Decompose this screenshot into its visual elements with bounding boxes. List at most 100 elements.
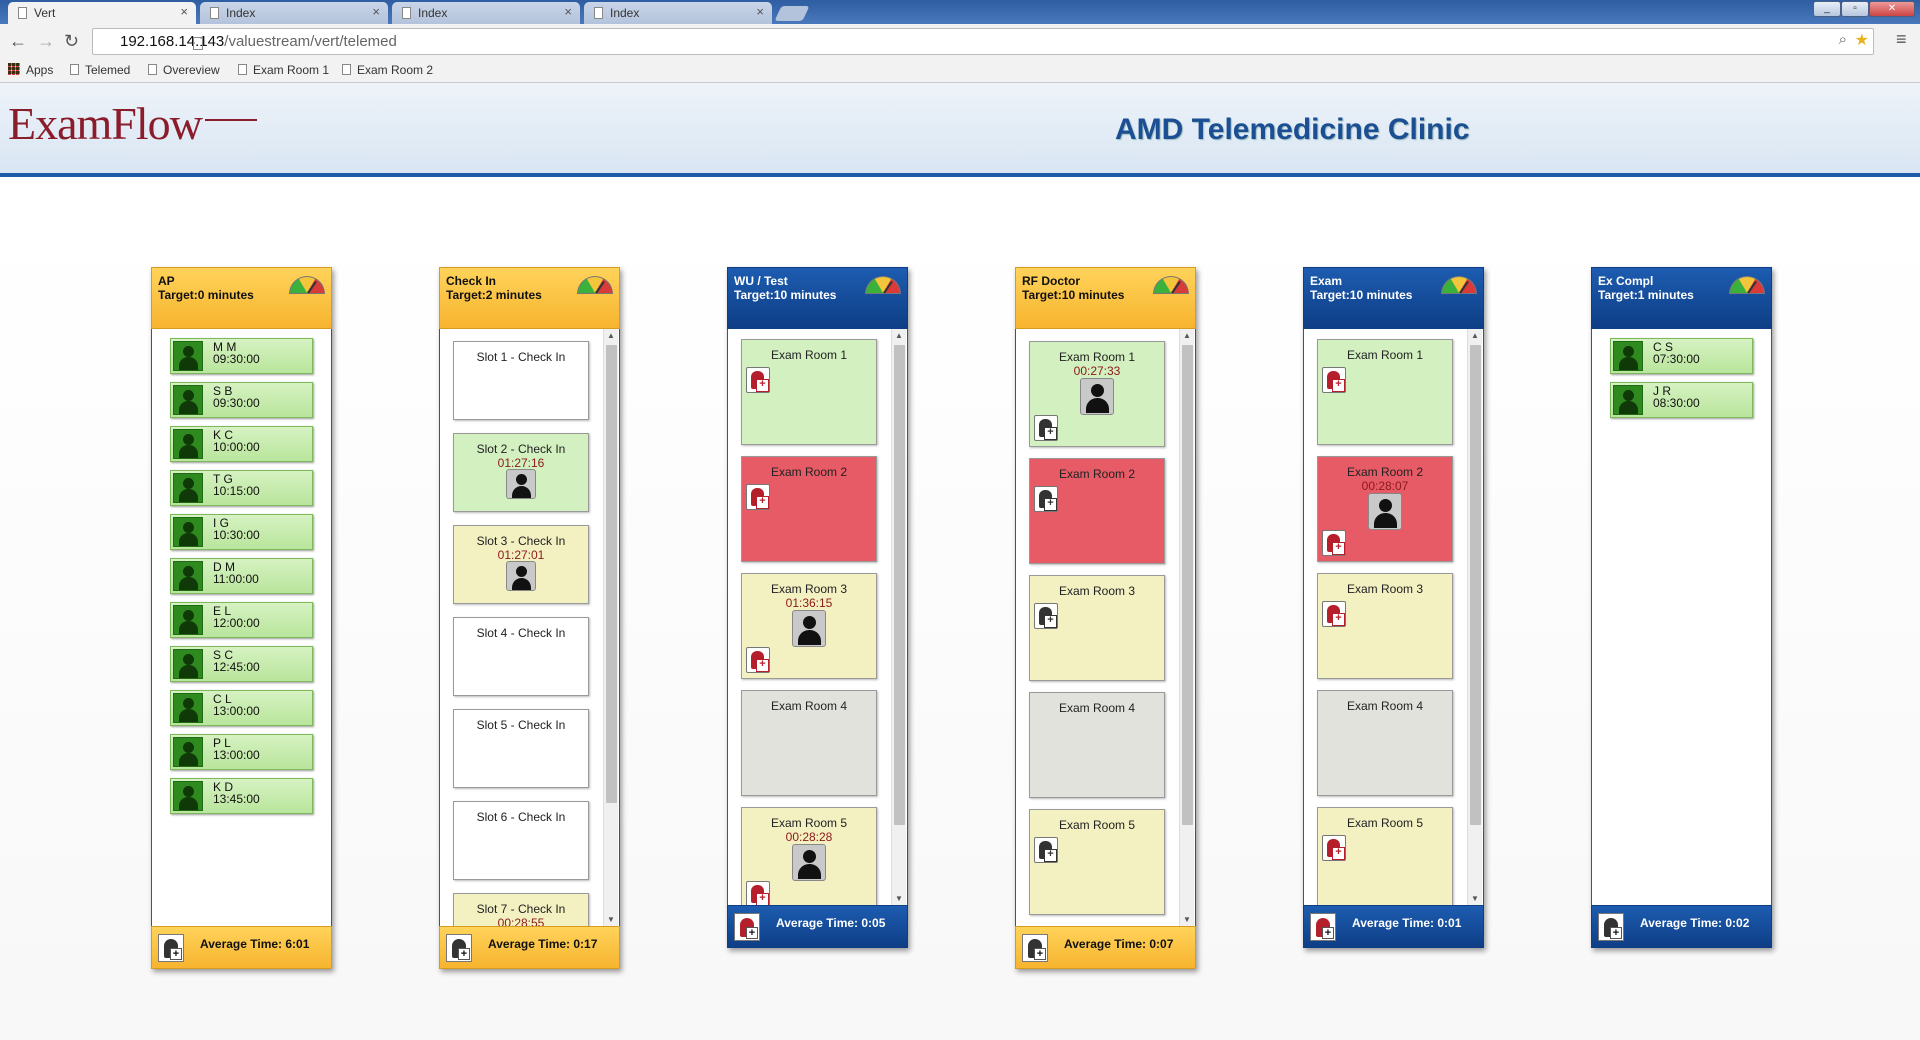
exam-room-card[interactable]: Exam Room 1	[741, 339, 877, 445]
exam-room-card[interactable]: Exam Room 2 00:28:07	[1317, 456, 1453, 562]
exam-room-card[interactable]: Exam Room 4	[1317, 690, 1453, 796]
scroll-up-icon[interactable]: ▲	[895, 331, 903, 340]
scroll-up-icon[interactable]: ▲	[1183, 331, 1191, 340]
bookmark-exam-room-2[interactable]: Exam Room 2	[342, 63, 433, 77]
maximize-button[interactable]: ▫	[1841, 1, 1869, 17]
add-provider-icon[interactable]: +	[446, 934, 472, 962]
patient-avatar-icon[interactable]	[792, 844, 826, 881]
patient-card[interactable]: C S 07:30:00	[1610, 338, 1753, 374]
exam-room-card[interactable]: Exam Room 5 00:28:28	[741, 807, 877, 905]
close-icon[interactable]: ×	[756, 4, 764, 19]
exam-room-card[interactable]: Exam Room 1	[1317, 339, 1453, 445]
patient-avatar-icon[interactable]	[1080, 378, 1114, 415]
column-body[interactable]: Exam Room 100:27:33 Exam Room 2 Exam Roo…	[1015, 329, 1196, 926]
provider-icon[interactable]	[1322, 835, 1346, 861]
bookmark-apps[interactable]: Apps	[8, 63, 53, 77]
exam-room-card[interactable]: Exam Room 1 00:27:33	[1029, 341, 1165, 447]
provider-icon[interactable]	[1322, 530, 1346, 556]
minimize-button[interactable]: _	[1813, 1, 1841, 17]
tab-index-2[interactable]: Index ×	[392, 2, 580, 24]
reload-icon[interactable]: ↻	[64, 31, 79, 52]
patient-card[interactable]: S C 12:45:00	[170, 646, 313, 682]
scroll-thumb[interactable]	[1470, 345, 1481, 825]
check-in-slot[interactable]: Slot 3 - Check In 01:27:01	[453, 525, 589, 604]
provider-icon[interactable]	[746, 881, 770, 905]
new-tab-button[interactable]	[774, 6, 810, 21]
scroll-down-icon[interactable]: ▼	[895, 894, 903, 903]
tab-index-3[interactable]: Index ×	[584, 2, 772, 24]
check-in-slot[interactable]: Slot 1 - Check In	[453, 341, 589, 420]
provider-icon[interactable]	[1322, 367, 1346, 393]
check-in-slot[interactable]: Slot 6 - Check In	[453, 801, 589, 880]
scroll-thumb[interactable]	[894, 345, 905, 825]
add-provider-icon[interactable]: +	[158, 934, 184, 962]
scrollbar[interactable]: ▲ ▼	[891, 329, 906, 905]
patient-card[interactable]: E L 12:00:00	[170, 602, 313, 638]
address-bar[interactable]: 192.168.14.143/valuestream/vert/telemed …	[92, 28, 1874, 55]
scroll-down-icon[interactable]: ▼	[1183, 915, 1191, 924]
close-icon[interactable]: ×	[564, 4, 572, 19]
scroll-up-icon[interactable]: ▲	[1471, 331, 1479, 340]
star-icon[interactable]: ★	[1855, 30, 1869, 50]
patient-card[interactable]: K D 13:45:00	[170, 778, 313, 814]
close-icon[interactable]: ×	[180, 4, 188, 19]
exam-room-card[interactable]: Exam Room 3	[1029, 575, 1165, 681]
column-body[interactable]: Exam Room 1 Exam Room 200:28:07 Exam Roo…	[1303, 329, 1484, 905]
patient-card[interactable]: T G 10:15:00	[170, 470, 313, 506]
check-in-slot[interactable]: Slot 5 - Check In	[453, 709, 589, 788]
exam-room-card[interactable]: Exam Room 4	[741, 690, 877, 796]
back-icon[interactable]: ←	[9, 31, 27, 52]
patient-card[interactable]: I G 10:30:00	[170, 514, 313, 550]
provider-icon[interactable]	[746, 484, 770, 510]
patient-card[interactable]: K C 10:00:00	[170, 426, 313, 462]
patient-avatar-icon[interactable]	[506, 561, 536, 591]
exam-room-card[interactable]: Exam Room 2	[1029, 458, 1165, 564]
column-body[interactable]: Slot 1 - Check In Slot 2 - Check In 01:27…	[439, 329, 620, 926]
patient-card[interactable]: J R 08:30:00	[1610, 382, 1753, 418]
add-provider-icon[interactable]: +	[734, 913, 760, 941]
bookmark-overeview[interactable]: Overeview	[148, 63, 220, 77]
scroll-up-icon[interactable]: ▲	[607, 331, 615, 340]
add-provider-icon[interactable]: +	[1310, 913, 1336, 941]
provider-icon[interactable]	[1034, 837, 1058, 863]
exam-room-card[interactable]: Exam Room 5	[1029, 809, 1165, 915]
provider-icon[interactable]	[1034, 486, 1058, 512]
provider-icon[interactable]	[1034, 415, 1058, 441]
patient-card[interactable]: M M 09:30:00	[170, 338, 313, 374]
provider-icon[interactable]	[1034, 603, 1058, 629]
exam-room-card[interactable]: Exam Room 3	[1317, 573, 1453, 679]
patient-card[interactable]: C L 13:00:00	[170, 690, 313, 726]
close-window-button[interactable]: ✕	[1869, 1, 1915, 17]
check-in-slot[interactable]: Slot 7 - Check In 00:28:55	[453, 893, 589, 926]
exam-room-card[interactable]: Exam Room 5	[1317, 807, 1453, 905]
tab-vert[interactable]: Vert ×	[8, 2, 196, 24]
exam-room-card[interactable]: Exam Room 3 01:36:15	[741, 573, 877, 679]
scroll-down-icon[interactable]: ▼	[1471, 894, 1479, 903]
add-provider-icon[interactable]: +	[1598, 913, 1624, 941]
menu-icon[interactable]: ≡	[1896, 29, 1907, 50]
patient-avatar-icon[interactable]	[792, 610, 826, 647]
patient-card[interactable]: D M 11:00:00	[170, 558, 313, 594]
patient-card[interactable]: P L 13:00:00	[170, 734, 313, 770]
forward-icon[interactable]: →	[37, 31, 55, 52]
exam-room-card[interactable]: Exam Room 2	[741, 456, 877, 562]
scroll-thumb[interactable]	[606, 345, 617, 803]
provider-icon[interactable]	[746, 367, 770, 393]
check-in-slot[interactable]: Slot 4 - Check In	[453, 617, 589, 696]
column-body[interactable]: Exam Room 1 Exam Room 2 Exam Room 301:36…	[727, 329, 908, 905]
check-in-slot[interactable]: Slot 2 - Check In 01:27:16	[453, 433, 589, 512]
exam-room-card[interactable]: Exam Room 4	[1029, 692, 1165, 798]
scrollbar[interactable]: ▲ ▼	[1179, 329, 1194, 926]
bookmark-exam-room-1[interactable]: Exam Room 1	[238, 63, 329, 77]
scroll-thumb[interactable]	[1182, 345, 1193, 825]
patient-avatar-icon[interactable]	[506, 469, 536, 499]
provider-icon[interactable]	[746, 647, 770, 673]
close-icon[interactable]: ×	[372, 4, 380, 19]
scroll-down-icon[interactable]: ▼	[607, 915, 615, 924]
bookmark-telemed[interactable]: Telemed	[70, 63, 130, 77]
patient-card[interactable]: S B 09:30:00	[170, 382, 313, 418]
zoom-icon[interactable]: ⌕	[1839, 31, 1847, 48]
add-provider-icon[interactable]: +	[1022, 934, 1048, 962]
patient-avatar-icon[interactable]	[1368, 493, 1402, 530]
provider-icon[interactable]	[1322, 601, 1346, 627]
